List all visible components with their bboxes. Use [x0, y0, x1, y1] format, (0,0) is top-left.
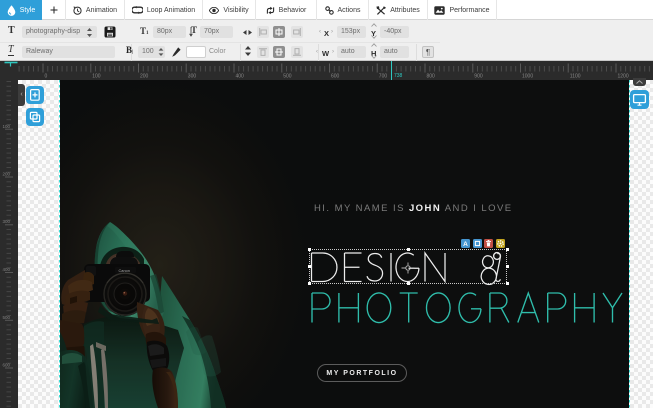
svg-text:A: A [463, 241, 468, 248]
